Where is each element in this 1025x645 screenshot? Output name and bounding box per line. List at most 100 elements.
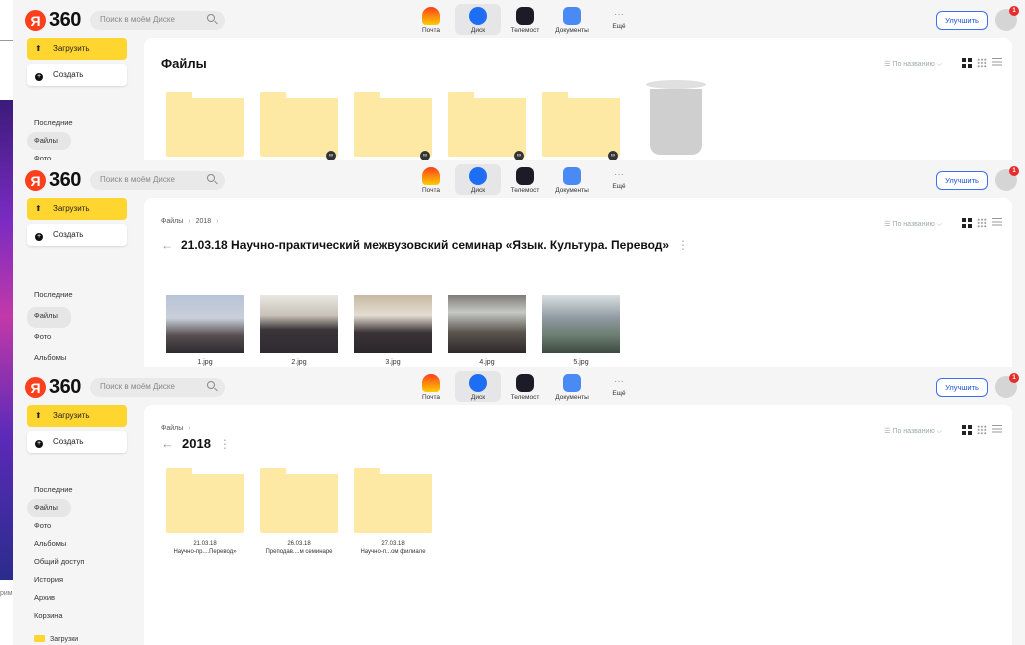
- large-tiles-view-icon[interactable]: [962, 58, 972, 68]
- list-view-icon[interactable]: [992, 218, 1002, 228]
- folder-item[interactable]: 26.03.18 Преподав....м семинаре: [260, 468, 338, 555]
- service-telemost-label: Телемост: [510, 394, 540, 401]
- sidebar-item-photo[interactable]: Фото: [27, 150, 127, 160]
- service-documents[interactable]: Документы: [549, 4, 595, 35]
- large-tiles-view-icon[interactable]: [962, 425, 972, 435]
- large-tiles-view-icon[interactable]: [962, 218, 972, 228]
- service-documents[interactable]: Документы: [549, 371, 595, 402]
- list-view-icon[interactable]: [992, 58, 1002, 68]
- folder-icon: [34, 635, 45, 642]
- folder-item[interactable]: ∞: [448, 92, 526, 160]
- avatar[interactable]: 1: [995, 166, 1019, 191]
- folder-item[interactable]: ∞: [542, 92, 620, 160]
- create-button[interactable]: + Создать: [27, 64, 127, 86]
- folder-item[interactable]: ∞: [260, 92, 338, 160]
- create-button[interactable]: + Создать: [27, 224, 127, 246]
- trash-item[interactable]: [646, 80, 706, 158]
- search-icon[interactable]: [207, 174, 215, 182]
- service-disk[interactable]: Диск: [455, 371, 501, 402]
- upgrade-button[interactable]: Улучшить: [936, 378, 988, 397]
- sidebar-item-recent[interactable]: Последние: [27, 481, 127, 499]
- disk-icon: [469, 7, 487, 25]
- sidebar-item-albums[interactable]: Альбомы: [27, 535, 127, 553]
- sidebar-item-files[interactable]: Файлы: [27, 499, 71, 517]
- sort-dropdown[interactable]: ☰ По названию ⌵: [884, 60, 942, 69]
- yandex-360-logo[interactable]: Я 360: [25, 169, 81, 192]
- photo-item[interactable]: 3.jpg: [354, 295, 432, 366]
- photo-item[interactable]: 1.jpg: [166, 295, 244, 366]
- sidebar-item-files[interactable]: Файлы: [27, 132, 71, 150]
- sidebar-item-albums[interactable]: Альбомы: [27, 349, 127, 367]
- service-disk[interactable]: Диск: [455, 164, 501, 195]
- sidebar-item-history[interactable]: История: [27, 571, 127, 589]
- folder-item[interactable]: 21.03.18 Научно-пр....Перевод»: [166, 468, 244, 555]
- plus-icon: +: [35, 233, 43, 241]
- back-arrow-icon[interactable]: ←: [161, 436, 174, 451]
- service-mail[interactable]: Почта: [408, 371, 454, 402]
- more-actions-icon[interactable]: ⋮: [677, 238, 689, 252]
- sidebar-item-shared[interactable]: Общий доступ: [27, 553, 127, 571]
- service-mail[interactable]: Почта: [408, 164, 454, 195]
- service-disk[interactable]: Диск: [455, 4, 501, 35]
- folder-item[interactable]: ∞: [354, 92, 432, 160]
- small-tiles-view-icon[interactable]: [977, 218, 987, 228]
- service-documents[interactable]: Документы: [549, 164, 595, 195]
- shared-link-icon: ∞: [514, 151, 524, 160]
- breadcrumb-separator-icon: ›: [188, 218, 191, 225]
- service-more-label: Ещё: [612, 23, 626, 30]
- page-title-row: ← 21.03.18 Научно-практический межвузовск…: [161, 238, 689, 252]
- search-icon[interactable]: [207, 14, 215, 22]
- folder-content: Файлы › 2018 › ← 21.03.18 Научно-практически…: [144, 198, 1012, 367]
- back-arrow-icon[interactable]: ←: [161, 238, 173, 252]
- sidebar-item-trash[interactable]: Корзина: [27, 607, 127, 625]
- yandex-360-logo[interactable]: Я 360: [25, 376, 81, 399]
- yandex-360-logo[interactable]: Я 360: [25, 9, 81, 32]
- search-input[interactable]: Поиск в моём Диске: [90, 378, 225, 397]
- upload-icon: ⬆: [35, 44, 42, 53]
- photo-item[interactable]: 2.jpg: [260, 295, 338, 366]
- telemost-icon: [516, 374, 534, 392]
- sidebar-item-recent[interactable]: Последние: [27, 114, 127, 132]
- sidebar: ⬆ Загрузить + Создать Последние Файлы Фото…: [27, 405, 127, 643]
- sidebar-item-files[interactable]: Файлы: [27, 307, 71, 328]
- avatar[interactable]: 1: [995, 373, 1019, 398]
- sidebar-item-photo[interactable]: Фото: [27, 328, 127, 349]
- sort-dropdown[interactable]: ☰ По названию ⌵: [884, 427, 942, 436]
- folder-item[interactable]: 27.03.18 Научно-п...ом филиале: [354, 468, 432, 555]
- breadcrumb-files[interactable]: Файлы: [161, 425, 183, 432]
- more-actions-icon[interactable]: ⋮: [219, 437, 231, 451]
- search-input[interactable]: Поиск в моём Диске: [90, 171, 225, 190]
- sidebar-item-recent[interactable]: Последние: [27, 286, 127, 307]
- service-mail[interactable]: Почта: [408, 4, 454, 35]
- photo-item[interactable]: 4.jpg: [448, 295, 526, 366]
- background-text: рим: [0, 590, 13, 597]
- create-button[interactable]: + Создать: [27, 431, 127, 453]
- shared-link-icon: ∞: [420, 151, 430, 160]
- sidebar-item-photo[interactable]: Фото: [27, 517, 127, 535]
- avatar[interactable]: 1: [995, 6, 1019, 31]
- upload-button[interactable]: ⬆ Загрузить: [27, 38, 127, 60]
- breadcrumb-2018[interactable]: 2018: [196, 218, 212, 225]
- upload-button[interactable]: ⬆ Загрузить: [27, 198, 127, 220]
- small-tiles-view-icon[interactable]: [977, 58, 987, 68]
- breadcrumb-files[interactable]: Файлы: [161, 218, 183, 225]
- sidebar-item-archive[interactable]: Архив: [27, 589, 127, 607]
- upgrade-button[interactable]: Улучшить: [936, 11, 988, 30]
- sidebar-item-downloads[interactable]: Загрузки: [27, 635, 127, 643]
- photo-item[interactable]: 5.jpg: [542, 295, 620, 366]
- small-tiles-view-icon[interactable]: [977, 425, 987, 435]
- service-telemost[interactable]: Телемост: [502, 164, 548, 195]
- service-more[interactable]: ··· Ещё: [596, 4, 642, 35]
- search-icon[interactable]: [207, 381, 215, 389]
- service-telemost[interactable]: Телемост: [502, 4, 548, 35]
- list-view-icon[interactable]: [992, 425, 1002, 435]
- service-more[interactable]: ··· Ещё: [596, 371, 642, 402]
- service-telemost[interactable]: Телемост: [502, 371, 548, 402]
- photo-name: 3.jpg: [385, 359, 401, 366]
- sort-dropdown[interactable]: ☰ По названию ⌵: [884, 220, 942, 229]
- folder-item[interactable]: [166, 92, 244, 157]
- search-input[interactable]: Поиск в моём Диске: [90, 11, 225, 30]
- service-more[interactable]: ··· Ещё: [596, 164, 642, 195]
- upgrade-button[interactable]: Улучшить: [936, 171, 988, 190]
- upload-button[interactable]: ⬆ Загрузить: [27, 405, 127, 427]
